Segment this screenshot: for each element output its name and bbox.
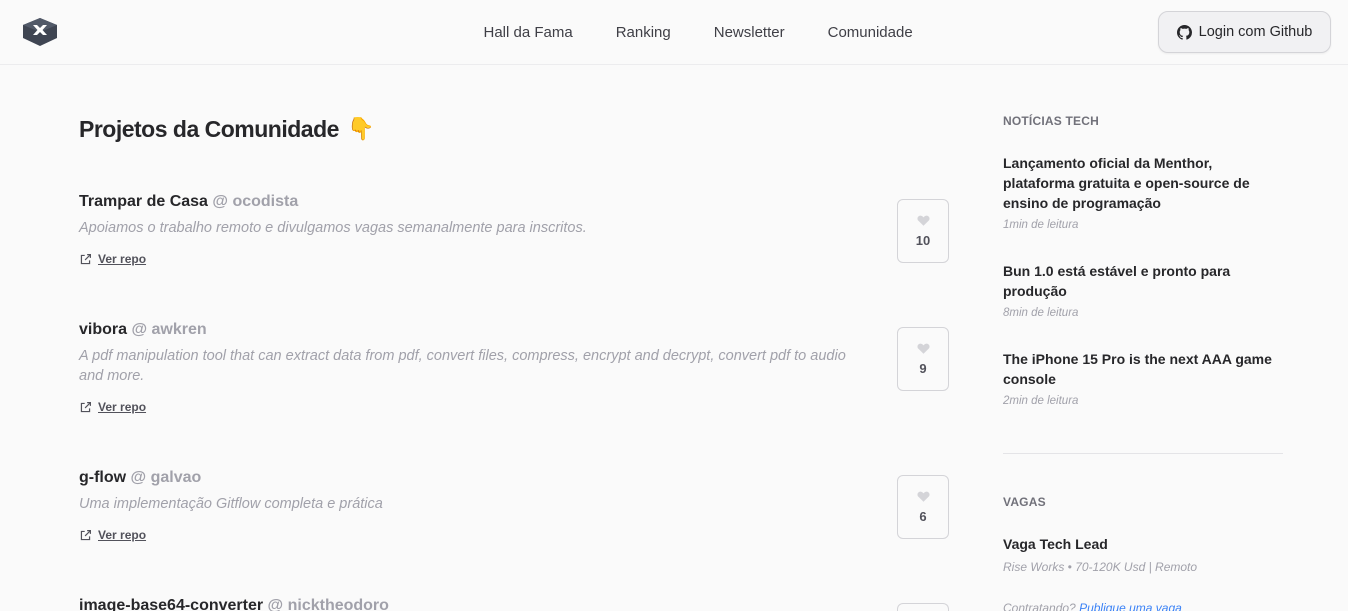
project-description: Apoiamos o trabalho remoto e divulgamos … (79, 220, 587, 236)
project-name[interactable]: Trampar de Casa (79, 193, 208, 210)
like-button[interactable]: 10 (897, 199, 949, 263)
news-title[interactable]: Lançamento oficial da Menthor, plataform… (1003, 153, 1283, 213)
like-button[interactable] (897, 603, 949, 611)
project-header: image-base64-converter @ nicktheodoro (79, 596, 949, 611)
project-item: Trampar de Casa @ ocodista Apoiamos o tr… (79, 192, 949, 266)
login-label: Login com Github (1198, 24, 1313, 40)
project-name[interactable]: g-flow (79, 469, 126, 486)
view-repo-label: Ver repo (98, 252, 147, 266)
sidebar-divider (1003, 453, 1283, 454)
post-job-link[interactable]: Publique uma vaga (1079, 601, 1182, 611)
project-description: A pdf manipulation tool that can extract… (79, 348, 846, 384)
pointing-down-icon: 👇 (346, 116, 374, 141)
project-header: Trampar de Casa @ ocodista (79, 192, 949, 212)
news-read-time: 2min de leitura (1003, 395, 1079, 407)
project-author[interactable]: @ ocodista (212, 193, 298, 210)
external-link-icon (80, 529, 91, 540)
view-repo-link[interactable]: Ver repo (79, 252, 146, 266)
project-item: vibora @ awkren A pdf manipulation tool … (79, 320, 949, 414)
project-header: vibora @ awkren (79, 320, 949, 340)
like-button[interactable]: 6 (897, 475, 949, 539)
job-title[interactable]: Vaga Tech Lead (1003, 534, 1283, 554)
news-item: Lançamento oficial da Menthor, plataform… (1003, 153, 1283, 231)
like-button[interactable]: 9 (897, 327, 949, 391)
news-read-time: 8min de leitura (1003, 307, 1079, 319)
news-item: Bun 1.0 está estável e pronto para produ… (1003, 261, 1283, 319)
project-item: g-flow @ galvao Uma implementação Gitflo… (79, 468, 949, 542)
nav-ranking[interactable]: Ranking (594, 24, 692, 41)
view-repo-link[interactable]: Ver repo (79, 528, 146, 542)
heart-icon (916, 491, 930, 502)
like-count: 6 (919, 509, 927, 524)
projects-section: Projetos da Comunidade 👇 Trampar de Casa… (79, 113, 949, 611)
main-nav: Hall da Fama Ranking Newsletter Comunida… (462, 0, 934, 64)
nav-hall-da-fama[interactable]: Hall da Fama (462, 24, 594, 41)
project-header: g-flow @ galvao (79, 468, 949, 488)
news-item: The iPhone 15 Pro is the next AAA game c… (1003, 349, 1283, 407)
page-title-text: Projetos da Comunidade (79, 115, 339, 142)
heart-icon (916, 343, 930, 354)
jobs-heading: VAGAS (1003, 495, 1046, 509)
page-title: Projetos da Comunidade 👇 (79, 113, 949, 145)
login-github-button[interactable]: Login com Github (1158, 11, 1331, 53)
external-link-icon (80, 401, 91, 412)
news-read-time: 1min de leitura (1003, 219, 1079, 231)
nav-newsletter[interactable]: Newsletter (692, 24, 806, 41)
nav-comunidade[interactable]: Comunidade (806, 24, 934, 41)
news-title[interactable]: Bun 1.0 está estável e pronto para produ… (1003, 261, 1283, 301)
like-count: 9 (919, 361, 927, 376)
project-author[interactable]: @ galvao (131, 469, 202, 486)
job-meta: Rise Works • 70-120K Usd | Remoto (1003, 560, 1198, 574)
external-link-icon (80, 253, 91, 264)
heart-icon (916, 215, 930, 226)
logo-icon[interactable] (20, 16, 60, 48)
view-repo-label: Ver repo (98, 400, 147, 414)
github-icon (1176, 24, 1192, 40)
view-repo-link[interactable]: Ver repo (79, 400, 146, 414)
view-repo-label: Ver repo (98, 528, 147, 542)
news-title[interactable]: The iPhone 15 Pro is the next AAA game c… (1003, 349, 1283, 389)
project-name[interactable]: image-base64-converter (79, 597, 263, 611)
project-author[interactable]: @ awkren (131, 321, 206, 338)
hire-prefix: Contratando? (1003, 601, 1076, 611)
news-heading: NOTÍCIAS TECH (1003, 114, 1099, 128)
project-author[interactable]: @ nicktheodoro (268, 597, 389, 611)
project-name[interactable]: vibora (79, 321, 127, 338)
hire-cta: Contratando? Publique uma vaga (1003, 601, 1182, 611)
project-description: Uma implementação Gitflow completa e prá… (79, 496, 383, 512)
job-item: Vaga Tech Lead Rise Works • 70-120K Usd … (1003, 534, 1283, 574)
project-item: image-base64-converter @ nicktheodoro (79, 596, 949, 611)
like-count: 10 (915, 233, 931, 248)
top-navbar: Hall da Fama Ranking Newsletter Comunida… (0, 0, 1348, 65)
